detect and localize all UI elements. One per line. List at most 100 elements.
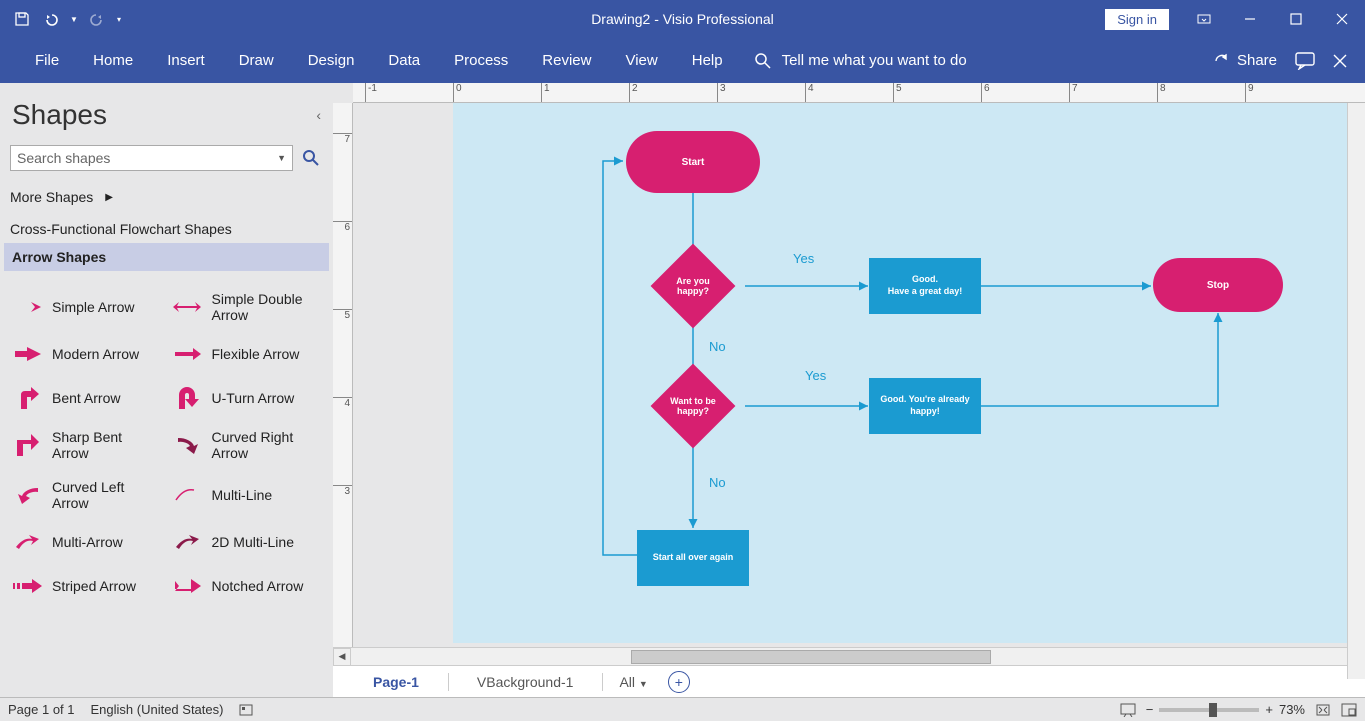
undo-dropdown[interactable]: ▼ — [68, 5, 80, 33]
macro-recorder-icon[interactable] — [239, 703, 253, 717]
page-indicator[interactable]: Page 1 of 1 — [8, 702, 75, 717]
page-tab-background[interactable]: VBackground-1 — [457, 668, 595, 696]
collapse-panel-button[interactable]: ‹ — [316, 107, 321, 123]
shape-label: Striped Arrow — [52, 578, 136, 594]
shape-text: Want to be happy? — [663, 396, 723, 416]
all-pages-button[interactable]: All ▼ — [611, 674, 655, 690]
ruler-tick: 5 — [333, 309, 352, 321]
scroll-left-button[interactable]: ◀ — [333, 648, 351, 666]
redo-button[interactable] — [82, 5, 110, 33]
language-indicator[interactable]: English (United States) — [91, 702, 224, 717]
shape-text: Good. Have a great day! — [888, 274, 963, 297]
tab-insert[interactable]: Insert — [150, 42, 222, 79]
shape-curved-left-arrow[interactable]: Curved Left Arrow — [8, 471, 166, 519]
ruler-tick: 4 — [333, 397, 352, 409]
shape-simple-double-arrow[interactable]: Simple Double Arrow — [168, 283, 326, 331]
maximize-button[interactable] — [1273, 4, 1319, 34]
shape-text: Are you happy? — [663, 276, 723, 296]
zoom-level[interactable]: 73% — [1279, 702, 1305, 717]
close-x-button[interactable] — [1333, 54, 1347, 68]
ruler-tick: 2 — [629, 83, 638, 102]
stencil-cross-functional[interactable]: Cross-Functional Flowchart Shapes — [0, 215, 333, 243]
process-start-over[interactable]: Start all over again — [637, 530, 749, 586]
horizontal-ruler[interactable]: -1 0 1 2 3 4 5 6 7 8 9 — [353, 83, 1365, 103]
chevron-right-icon: ▶ — [105, 192, 113, 203]
tab-data[interactable]: Data — [371, 42, 437, 79]
shape-bent-arrow[interactable]: Bent Arrow — [8, 377, 166, 419]
drawing-page[interactable]: Start Are you happy? Good. Have a great … — [453, 103, 1353, 643]
tab-file[interactable]: File — [18, 42, 76, 79]
more-shapes-button[interactable]: More Shapes ▶ — [0, 181, 333, 215]
share-icon — [1213, 52, 1231, 70]
zoom-slider-thumb[interactable] — [1209, 703, 1217, 717]
pan-zoom-button[interactable] — [1341, 703, 1357, 717]
connectors — [453, 103, 1353, 643]
shape-text: Start all over again — [653, 552, 734, 564]
add-page-button[interactable]: + — [668, 671, 690, 693]
document-title: Drawing2 - Visio Professional — [591, 11, 774, 27]
shape-flexible-arrow[interactable]: Flexible Arrow — [168, 333, 326, 375]
connector-label-no: No — [709, 475, 726, 490]
horizontal-scrollbar[interactable]: ◀ ▶ — [333, 647, 1365, 665]
fit-to-window-button[interactable] — [1315, 703, 1331, 717]
vertical-ruler[interactable]: 7 6 5 4 3 — [333, 103, 353, 647]
minimize-button[interactable] — [1227, 4, 1273, 34]
shape-label: 2D Multi-Line — [212, 534, 294, 550]
zoom-in-button[interactable]: + — [1265, 702, 1273, 717]
shapes-list: Simple Arrow Simple Double Arrow Modern … — [0, 277, 333, 613]
comments-button[interactable] — [1295, 52, 1315, 70]
tab-draw[interactable]: Draw — [222, 42, 291, 79]
drawing-canvas[interactable]: Start Are you happy? Good. Have a great … — [353, 103, 1365, 647]
ruler-tick: 7 — [333, 133, 352, 145]
shape-sharp-bent-arrow[interactable]: Sharp Bent Arrow — [8, 421, 166, 469]
ruler-tick: 4 — [805, 83, 814, 102]
tell-me[interactable]: Tell me what you want to do — [754, 52, 967, 70]
tab-process[interactable]: Process — [437, 42, 525, 79]
close-button[interactable] — [1319, 4, 1365, 34]
shape-label: Multi-Arrow — [52, 534, 123, 550]
share-button[interactable]: Share — [1213, 52, 1277, 70]
shapes-panel: Shapes ‹ Search shapes ▼ More Shapes ▶ C… — [0, 83, 333, 697]
sign-in-button[interactable]: Sign in — [1105, 9, 1169, 30]
canvas-area: -1 0 1 2 3 4 5 6 7 8 9 7 6 5 4 3 — [333, 83, 1365, 697]
process-already-happy[interactable]: Good. You're already happy! — [869, 378, 981, 434]
presentation-mode-button[interactable] — [1120, 703, 1136, 717]
tab-home[interactable]: Home — [76, 42, 150, 79]
shape-multi-line[interactable]: Multi-Line — [168, 471, 326, 519]
ruler-tick: 0 — [453, 83, 462, 102]
shape-notched-arrow[interactable]: Notched Arrow — [168, 565, 326, 607]
shape-label: Modern Arrow — [52, 346, 139, 362]
shape-simple-arrow[interactable]: Simple Arrow — [8, 283, 166, 331]
qat-customize[interactable]: ▾ — [112, 5, 126, 33]
zoom-out-button[interactable]: − — [1146, 702, 1154, 717]
connector-label-no: No — [709, 339, 726, 354]
tab-review[interactable]: Review — [525, 42, 608, 79]
scroll-thumb[interactable] — [631, 650, 991, 664]
shape-modern-arrow[interactable]: Modern Arrow — [8, 333, 166, 375]
shape-label: Simple Arrow — [52, 299, 134, 315]
zoom-slider[interactable] — [1159, 708, 1259, 712]
tab-design[interactable]: Design — [291, 42, 372, 79]
stencil-arrow-shapes[interactable]: Arrow Shapes — [4, 243, 329, 271]
search-go-button[interactable] — [299, 146, 323, 170]
search-shapes-input[interactable]: Search shapes ▼ — [10, 145, 293, 171]
tab-help[interactable]: Help — [675, 42, 740, 79]
terminator-start[interactable]: Start — [626, 131, 760, 193]
search-placeholder: Search shapes — [17, 150, 110, 166]
search-dropdown-icon[interactable]: ▼ — [277, 153, 286, 163]
process-good-great-day[interactable]: Good. Have a great day! — [869, 258, 981, 314]
shape-label: Flexible Arrow — [212, 346, 300, 362]
vertical-scrollbar[interactable] — [1347, 103, 1365, 679]
save-button[interactable] — [8, 5, 36, 33]
tab-view[interactable]: View — [608, 42, 674, 79]
page-tab-1[interactable]: Page-1 — [353, 668, 440, 696]
undo-button[interactable] — [38, 5, 66, 33]
shape-u-turn-arrow[interactable]: U-Turn Arrow — [168, 377, 326, 419]
ribbon-display-options[interactable] — [1181, 4, 1227, 34]
terminator-stop[interactable]: Stop — [1153, 258, 1283, 312]
shape-curved-right-arrow[interactable]: Curved Right Arrow — [168, 421, 326, 469]
shape-label: Sharp Bent Arrow — [52, 429, 162, 461]
shape-2d-multi-line[interactable]: 2D Multi-Line — [168, 521, 326, 563]
shape-multi-arrow[interactable]: Multi-Arrow — [8, 521, 166, 563]
shape-striped-arrow[interactable]: Striped Arrow — [8, 565, 166, 607]
